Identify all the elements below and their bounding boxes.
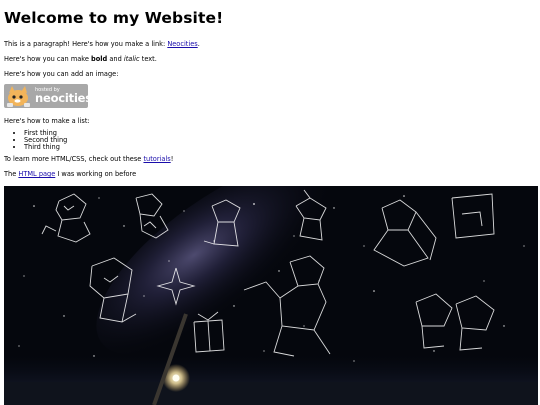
neocities-cat-icon <box>7 86 30 107</box>
paragraph-text: To learn more HTML/CSS, check out these <box>4 155 144 163</box>
bold-text: bold <box>91 55 108 63</box>
paragraph-format: Here's how you can make bold and italic … <box>4 55 536 63</box>
neocities-link[interactable]: Neocities <box>167 40 197 48</box>
paragraph-text: Here's how you can make <box>4 55 92 63</box>
html-page-link[interactable]: HTML page <box>18 170 55 178</box>
page-content: Welcome to my Website! This is a paragra… <box>0 0 540 178</box>
night-sky-constellation-image <box>4 186 538 405</box>
page-title: Welcome to my Website! <box>4 9 224 27</box>
paragraph-text: This is a paragraph! Here's how you make… <box>4 40 168 48</box>
paragraph-list: Here's how to make a list: <box>4 117 90 125</box>
list-item: Third thing <box>24 144 536 151</box>
paragraph-image: Here's how you can add an image: <box>4 70 119 78</box>
paragraph-text: text. <box>139 55 157 63</box>
tutorials-link[interactable]: tutorials <box>143 155 170 163</box>
paragraph-text: and <box>107 55 124 63</box>
paragraph-learn: To learn more HTML/CSS, check out these … <box>4 155 536 163</box>
list-item: Second thing <box>24 137 536 144</box>
hosted-by-neocities-badge: hosted by neocities <box>4 84 92 108</box>
paragraph-text: I was working on before <box>55 170 137 178</box>
list-item: First thing <box>24 130 536 137</box>
badge-neocities-text: neocities <box>35 91 92 105</box>
paragraph-page: The HTML page I was working on before <box>4 170 536 178</box>
paragraph-text: . <box>197 40 200 48</box>
paragraph-text: The <box>4 170 19 178</box>
italic-text: italic <box>123 55 140 63</box>
paragraph-text: ! <box>170 155 174 163</box>
paragraph-link: This is a paragraph! Here's how you make… <box>4 40 536 48</box>
bullet-list: First thing Second thing Third thing <box>4 130 536 151</box>
